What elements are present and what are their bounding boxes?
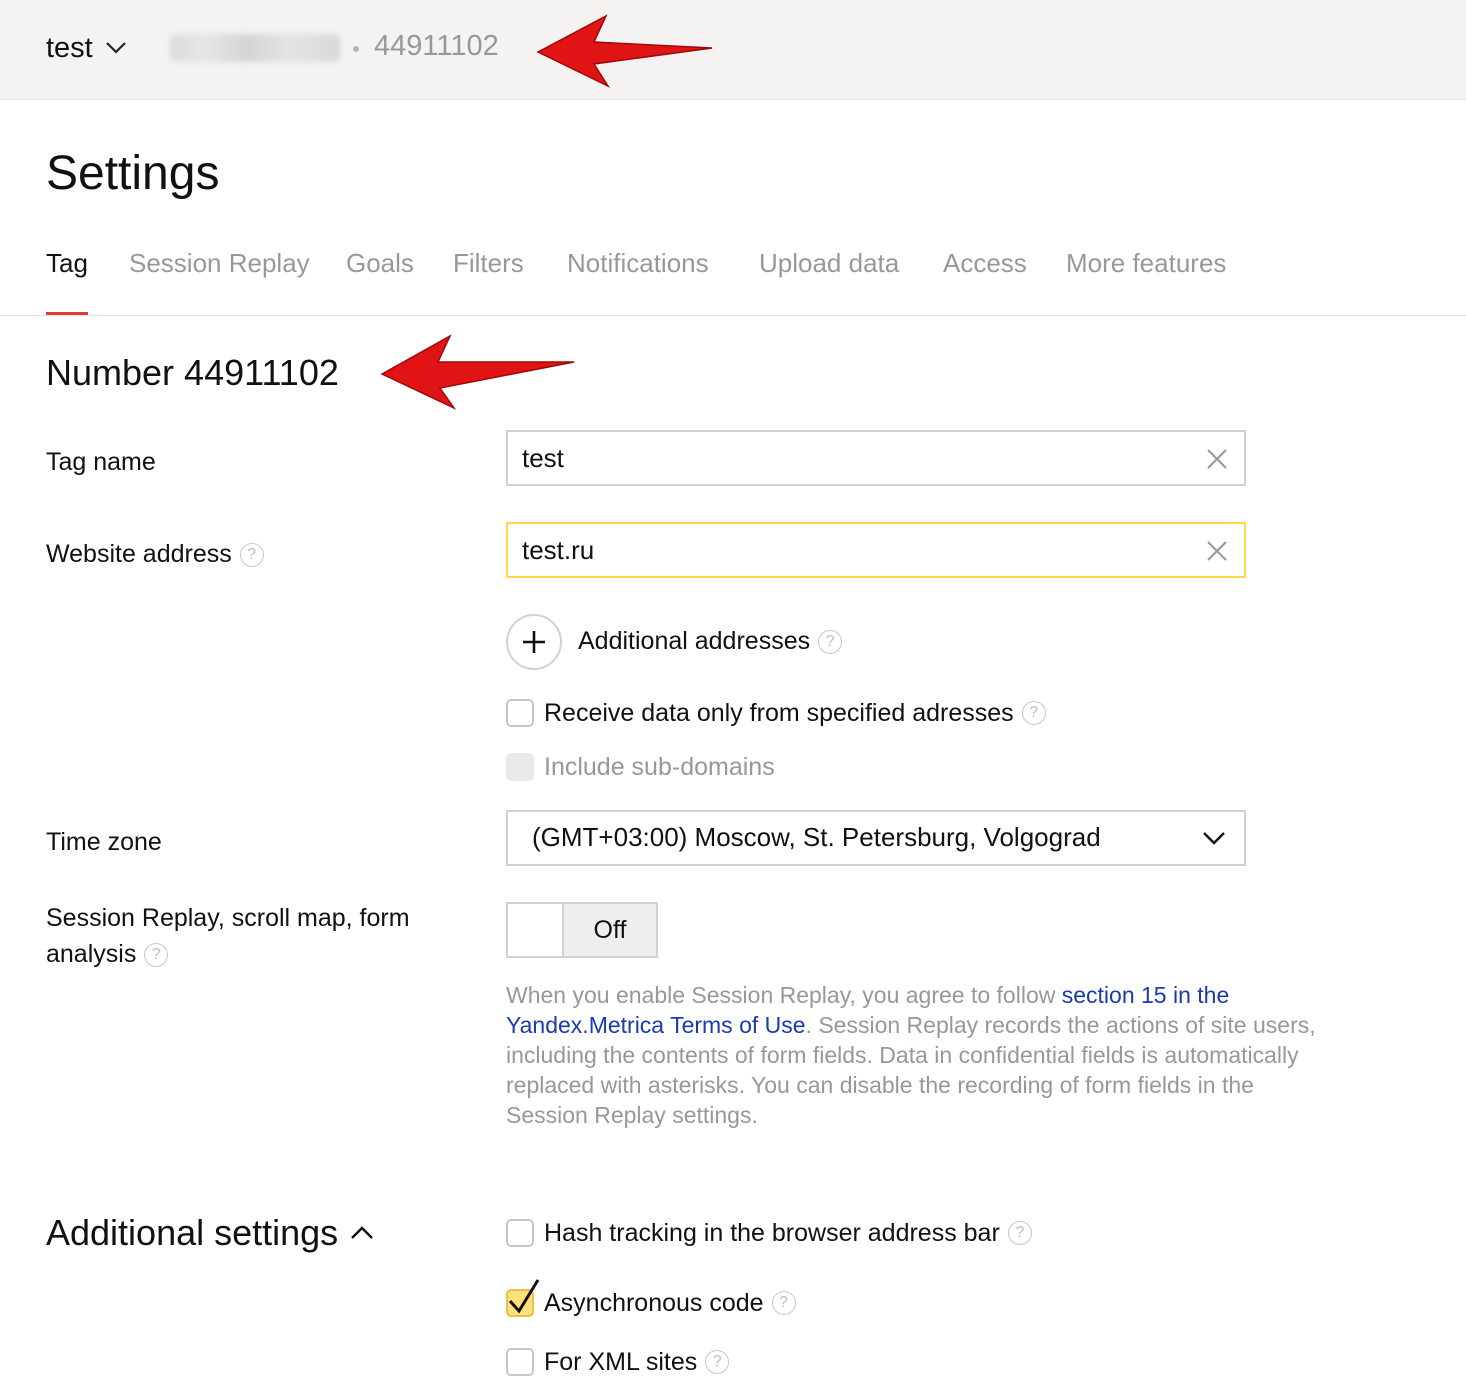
tag-name-field[interactable] [506,430,1246,486]
receive-only-checkbox[interactable] [506,699,534,727]
session-replay-toggle[interactable]: Off [506,902,658,958]
time-zone-select[interactable]: (GMT+03:00) Moscow, St. Petersburg, Volg… [506,810,1246,866]
counter-selector[interactable]: test [46,28,127,68]
chevron-down-icon [105,42,126,54]
top-bar: test 44911102 [0,0,1466,100]
active-tab-indicator [46,312,88,315]
red-arrow-annotation [380,334,575,410]
include-subdomains-checkbox [506,753,534,781]
tag-number-heading: Number 44911102 [46,352,339,393]
help-icon[interactable]: ? [239,543,264,568]
time-zone-label: Time zone [46,828,162,856]
async-code-checkbox[interactable] [506,1279,540,1317]
website-address-input[interactable] [522,524,1182,576]
blurred-site-address [170,34,340,62]
additional-settings-toggle[interactable]: Additional settings [46,1212,374,1254]
session-replay-notice: When you enable Session Replay, you agre… [506,982,1316,1128]
counter-name: test [46,31,93,64]
help-icon[interactable]: ? [818,630,843,655]
hash-tracking-option: Hash tracking in the browser address bar… [506,1215,1032,1251]
help-icon[interactable]: ? [144,943,169,968]
tab-tag[interactable]: Tag [46,248,88,279]
additional-addresses-label[interactable]: Additional addresses? [578,624,843,658]
add-address-button[interactable] [506,614,562,670]
include-subdomains-label: Include sub-domains [544,752,775,781]
chevron-down-icon [1203,832,1225,845]
separator-dot [353,46,359,52]
plus-icon [523,631,545,653]
tab-session-replay[interactable]: Session Replay [129,248,310,279]
session-replay-label: Session Replay, scroll map, form analysi… [46,904,410,968]
receive-only-option: Receive data only from specified adresse… [506,695,1046,731]
hash-tracking-checkbox[interactable] [506,1219,534,1247]
page-title: Settings [46,147,220,200]
clear-icon[interactable] [1204,446,1230,472]
time-zone-value: (GMT+03:00) Moscow, St. Petersburg, Volg… [532,822,1101,852]
tag-name-input[interactable] [522,432,1182,484]
tab-upload-data[interactable]: Upload data [759,248,899,279]
clear-icon[interactable] [1204,538,1230,564]
xml-sites-label: For XML sites [544,1347,698,1376]
xml-sites-checkbox[interactable] [506,1348,534,1376]
website-address-label: Website address? [46,536,264,572]
hash-tracking-label: Hash tracking in the browser address bar [544,1218,1000,1247]
toggle-knob [508,904,564,956]
include-subdomains-option: Include sub-domains [506,749,775,785]
help-icon[interactable]: ? [771,1291,796,1315]
tab-bar: Tag Session Replay Goals Filters Notific… [0,236,1466,316]
tab-more-features[interactable]: More features [1066,248,1226,279]
additional-settings-title: Additional settings [46,1212,339,1253]
website-address-field[interactable] [506,522,1246,578]
tab-access[interactable]: Access [943,248,1027,279]
help-icon[interactable]: ? [705,1350,730,1374]
tag-name-label: Tag name [46,448,156,476]
async-code-option: Asynchronous code ? [506,1279,796,1321]
help-icon[interactable]: ? [1021,701,1046,725]
tab-goals[interactable]: Goals [346,248,414,279]
counter-id: 44911102 [374,30,499,62]
receive-only-label: Receive data only from specified adresse… [544,698,1014,727]
async-code-label: Asynchronous code [544,1288,764,1317]
tab-notifications[interactable]: Notifications [567,248,709,279]
checkmark-icon [508,1279,540,1314]
xml-sites-option: For XML sites ? [506,1344,730,1380]
chevron-up-icon [351,1226,374,1239]
help-icon[interactable]: ? [1007,1221,1032,1245]
tab-filters[interactable]: Filters [453,248,524,279]
toggle-state-label: Off [564,904,656,956]
